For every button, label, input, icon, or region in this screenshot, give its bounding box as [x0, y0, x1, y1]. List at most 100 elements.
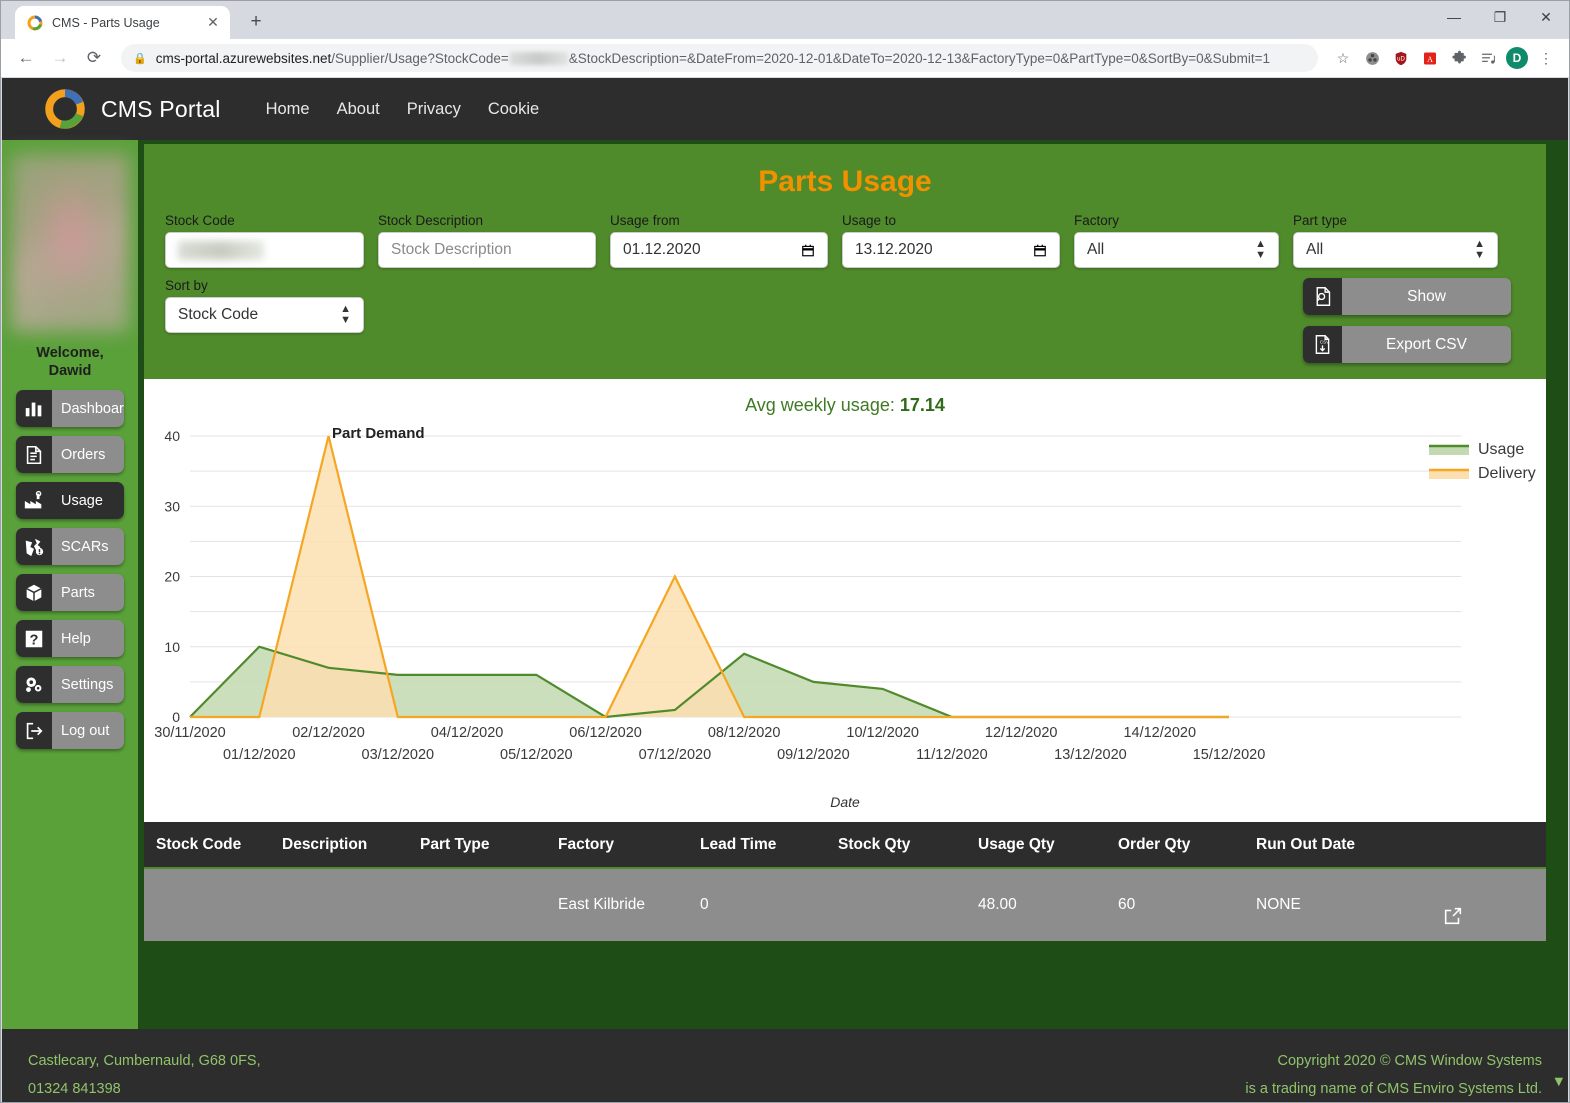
minimize-button[interactable]: —: [1431, 1, 1477, 33]
svg-text:02/12/2020: 02/12/2020: [292, 725, 365, 741]
svg-text:0: 0: [172, 709, 180, 725]
brand-title: CMS Portal: [101, 95, 221, 122]
sidebar-item-help[interactable]: ? Help: [16, 620, 124, 658]
label-stock-description: Stock Description: [378, 213, 484, 228]
tab-close-icon[interactable]: ✕: [204, 14, 222, 31]
th-run-out-date: Run Out Date: [1256, 835, 1356, 853]
media-list-icon[interactable]: [1475, 45, 1501, 71]
cell-factory: East Kilbride: [558, 896, 646, 913]
show-button[interactable]: Show: [1303, 278, 1511, 315]
label-stock-code: Stock Code: [165, 213, 235, 228]
filter-part-type: Part type All ▲ ▼: [1286, 213, 1505, 278]
chart-svg: 0 10 20 30 40 30/11/2020 01/12/2020 02/12/2020 0…: [154, 428, 1536, 763]
sidebar-item-logout[interactable]: Log out: [16, 712, 124, 750]
page-body: Welcome, Dawid Dashboard Orders: [2, 140, 1568, 1030]
new-tab-button[interactable]: +: [242, 8, 270, 36]
sidebar-item-usage[interactable]: Usage: [16, 482, 124, 520]
bookmark-star-icon[interactable]: ☆: [1330, 45, 1356, 71]
avg-weekly-usage-value: 17.14: [899, 395, 945, 415]
site-navbar: CMS Portal Home About Privacy Cookie: [2, 78, 1568, 140]
table-row[interactable]: East Kilbride 0 48.00 60 NONE: [144, 869, 1546, 941]
nav-link-about[interactable]: About: [337, 100, 380, 119]
svg-text:10: 10: [164, 639, 180, 655]
page-footer: Castlecary, Cumbernauld, G68 0FS, 01324 …: [2, 1029, 1568, 1102]
pdf-extension-icon[interactable]: A: [1417, 45, 1443, 71]
profile-avatar[interactable]: D: [1504, 45, 1530, 71]
cell-lead-time: 0: [700, 896, 709, 913]
sidebar-label-dashboard: Dashboard: [61, 400, 124, 417]
avg-weekly-usage: Avg weekly usage: 17.14: [144, 379, 1546, 422]
url-path-prefix: /Supplier/Usage?StockCode=: [331, 50, 509, 66]
footer-address: Castlecary, Cumbernauld, G68 0FS,: [28, 1053, 261, 1069]
footer-copyright: Copyright 2020 © CMS Window Systems: [1277, 1053, 1542, 1069]
close-window-button[interactable]: ✕: [1523, 1, 1569, 33]
back-button[interactable]: ←: [11, 43, 41, 73]
sidebar-label-parts: Parts: [61, 584, 95, 601]
export-csv-button-label: Export CSV: [1386, 335, 1467, 353]
nav-links: Home About Privacy Cookie: [266, 100, 540, 119]
part-type-select[interactable]: All ▲ ▼: [1293, 232, 1498, 268]
usage-to-input[interactable]: 13.12.2020: [842, 232, 1060, 268]
ublock-shield-icon[interactable]: uD: [1388, 45, 1414, 71]
sidebar-item-parts[interactable]: Parts: [16, 574, 124, 612]
browser-tab[interactable]: CMS - Parts Usage ✕: [15, 6, 230, 39]
maximize-button[interactable]: ❐: [1477, 1, 1523, 33]
svg-text:10/12/2020: 10/12/2020: [846, 725, 919, 741]
sidebar-label-usage: Usage: [61, 492, 103, 509]
browser-menu-icon[interactable]: ⋮: [1533, 45, 1559, 71]
sidebar-item-scars[interactable]: SCARs: [16, 528, 124, 566]
nav-link-privacy[interactable]: Privacy: [407, 100, 461, 119]
sort-by-value: Stock Code: [178, 306, 259, 323]
extensions-puzzle-icon[interactable]: [1446, 45, 1472, 71]
reload-button[interactable]: ⟳: [79, 43, 109, 73]
footer-trading-name: is a trading name of CMS Enviro Systems …: [1245, 1080, 1542, 1097]
sidebar-label-help: Help: [61, 630, 91, 647]
th-description: Description: [282, 835, 368, 853]
show-button-label: Show: [1407, 287, 1446, 305]
sort-by-select[interactable]: Stock Code ▲ ▼: [165, 297, 364, 333]
box-icon: [16, 574, 52, 612]
th-lead-time: Lead Time: [700, 835, 777, 853]
address-bar[interactable]: 🔒 cms-portal.azurewebsites.net/Supplier/…: [121, 44, 1318, 72]
browser-titlebar: CMS - Parts Usage ✕ + — ❐ ✕: [1, 1, 1569, 39]
svg-text:13/12/2020: 13/12/2020: [1054, 747, 1127, 763]
sidebar-item-orders[interactable]: Orders: [16, 436, 124, 474]
svg-text:05/12/2020: 05/12/2020: [500, 747, 573, 763]
usage-from-input[interactable]: 01.12.2020: [610, 232, 828, 268]
stock-code-input[interactable]: [165, 232, 364, 268]
svg-text:09/12/2020: 09/12/2020: [777, 747, 850, 763]
logout-arrow-icon: [16, 712, 52, 750]
svg-text:A: A: [1427, 54, 1433, 63]
calendar-icon[interactable]: [1033, 243, 1047, 258]
cell-order-qty: 60: [1118, 896, 1136, 913]
footer-contact: Castlecary, Cumbernauld, G68 0FS, 01324 …: [28, 1048, 261, 1102]
scroll-indicator[interactable]: ▼: [1552, 1069, 1566, 1097]
chart-x-axis-label: Date: [830, 794, 860, 810]
question-mark-icon: ?: [16, 620, 52, 658]
svg-text:20: 20: [164, 569, 180, 585]
chevron-updown-icon: ▲ ▼: [1255, 238, 1266, 261]
svg-text:30/11/2020: 30/11/2020: [154, 725, 226, 741]
nav-link-home[interactable]: Home: [266, 100, 310, 119]
profile-photo: [11, 154, 129, 332]
label-sort-by: Sort by: [165, 278, 208, 293]
calendar-icon[interactable]: [801, 243, 815, 258]
svg-text:12/12/2020: 12/12/2020: [985, 725, 1058, 741]
svg-text:01/12/2020: 01/12/2020: [223, 747, 296, 763]
results-table-header: Stock Code Description Part Type Factory…: [144, 822, 1546, 869]
toolbar-icons: ☆ uD A D ⋮: [1330, 45, 1559, 71]
sidebar-item-dashboard[interactable]: Dashboard: [16, 390, 124, 428]
chevron-updown-icon: ▲ ▼: [1474, 238, 1485, 261]
filters-card: Parts Usage Stock Code Stock Description: [144, 144, 1546, 379]
sidebar-item-settings[interactable]: Settings: [16, 666, 124, 704]
filter-usage-from: Usage from 01.12.2020: [603, 213, 835, 278]
sidebar-label-scars: SCARs: [61, 538, 109, 555]
stock-description-input[interactable]: Stock Description: [378, 232, 596, 268]
nav-link-cookie[interactable]: Cookie: [488, 100, 539, 119]
film-extension-icon[interactable]: [1359, 45, 1385, 71]
export-csv-button[interactable]: CSV Export CSV: [1303, 326, 1511, 363]
open-external-icon[interactable]: [1442, 905, 1464, 927]
action-buttons: Show CSV Export CSV: [1303, 278, 1532, 363]
factory-select[interactable]: All ▲ ▼: [1074, 232, 1279, 268]
window-controls: — ❐ ✕: [1431, 1, 1569, 39]
